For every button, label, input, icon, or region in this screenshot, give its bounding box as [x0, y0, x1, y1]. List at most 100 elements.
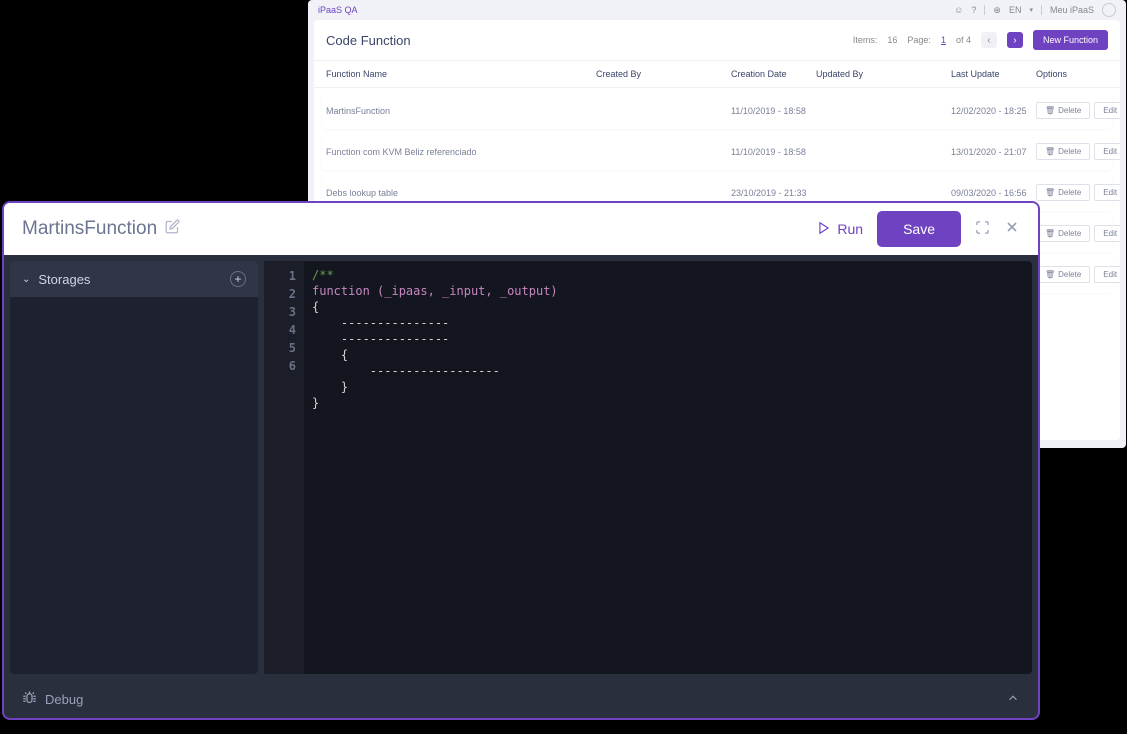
divider [984, 5, 985, 15]
row-actions: 🗑DeleteEdit [1036, 225, 1120, 242]
line-gutter: 1 2 3 4 5 6 [264, 261, 304, 674]
run-button[interactable]: Run [817, 221, 863, 238]
col-created-date[interactable]: Creation Date [731, 69, 816, 79]
new-function-button[interactable]: New Function [1033, 30, 1108, 50]
pagination: Items: 16 Page: 1 of 4 ‹ › New Function [853, 30, 1108, 50]
debug-label: Debug [45, 692, 83, 707]
code-line: ------------------ [312, 364, 500, 378]
code-line: /** [312, 268, 334, 282]
row-actions: 🗑DeleteEdit [1036, 266, 1120, 283]
code-editor[interactable]: 1 2 3 4 5 6 /** function (_ipaas, _input… [264, 261, 1032, 674]
code-editor-window: MartinsFunction Run Save [2, 201, 1040, 720]
col-updated-by[interactable]: Updated By [816, 69, 951, 79]
editor-header: MartinsFunction Run Save [4, 203, 1038, 255]
row-actions: 🗑DeleteEdit [1036, 184, 1120, 201]
col-updated-date[interactable]: Last Update [951, 69, 1036, 79]
storages-label: Storages [38, 272, 90, 287]
edit-button[interactable]: Edit [1094, 143, 1120, 160]
table-header: Function Name Created By Creation Date U… [314, 61, 1120, 88]
page-total: of 4 [956, 35, 971, 45]
trash-icon: 🗑 [1045, 188, 1055, 197]
edit-button[interactable]: Edit [1094, 225, 1120, 242]
col-options: Options [1036, 69, 1108, 79]
delete-button[interactable]: 🗑Delete [1036, 102, 1090, 119]
code-line: } [312, 380, 348, 394]
page-current[interactable]: 1 [941, 35, 946, 45]
run-label: Run [837, 221, 863, 237]
app-topbar: iPaaS QA ☺ ? ⊕ EN ▾ Meu iPaaS [308, 0, 1126, 20]
app-name: iPaaS QA [318, 5, 954, 15]
line-number: 1 [264, 267, 304, 285]
trash-icon: 🗑 [1045, 147, 1055, 156]
code-line: --------------- [312, 332, 449, 346]
topbar-right: ☺ ? ⊕ EN ▾ Meu iPaaS [954, 3, 1116, 17]
cell-name: Debs lookup table [326, 188, 596, 198]
edit-button[interactable]: Edit [1094, 102, 1120, 119]
editor-main: ⌄ Storages + 1 2 3 4 5 6 /** function (_… [4, 255, 1038, 680]
header-actions: Run Save [817, 211, 1020, 247]
cell-updated-date: 13/01/2020 - 21:07 [951, 147, 1036, 157]
avatar[interactable] [1102, 3, 1116, 17]
delete-button[interactable]: 🗑Delete [1036, 184, 1090, 201]
line-number: 2 [264, 285, 304, 303]
edit-button[interactable]: Edit [1094, 184, 1120, 201]
code-content[interactable]: /** function (_ipaas, _input, _output) {… [304, 261, 1032, 674]
divider [1041, 5, 1042, 15]
chevron-down-icon: ⌄ [22, 274, 30, 285]
code-line: --------------- [312, 316, 449, 330]
user-label[interactable]: Meu iPaaS [1050, 5, 1094, 15]
chevron-down-icon[interactable]: ▾ [1029, 6, 1033, 14]
line-number: 6 [264, 357, 304, 375]
cell-name: MartinsFunction [326, 106, 596, 116]
pager-next-button[interactable]: › [1007, 32, 1023, 48]
edit-button[interactable]: Edit [1094, 266, 1120, 283]
notification-icon[interactable]: ☺ [954, 5, 963, 15]
col-created-by[interactable]: Created By [596, 69, 731, 79]
storages-header[interactable]: ⌄ Storages + [10, 261, 258, 297]
cell-updated-date: 12/02/2020 - 18:25 [951, 106, 1036, 116]
edit-name-icon[interactable] [165, 218, 180, 240]
code-line: function (_ipaas, _input, _output) [312, 284, 558, 298]
page-title: Code Function [326, 33, 853, 48]
cell-created-date: 23/10/2019 - 21:33 [731, 188, 816, 198]
bug-icon [22, 690, 37, 708]
cell-updated-date: 09/03/2020 - 16:56 [951, 188, 1036, 198]
code-line: } [312, 396, 319, 410]
cell-name: Function com KVM Beliz referenciado [326, 147, 596, 157]
page-label: Page: [907, 35, 931, 45]
chevron-up-icon[interactable] [1006, 691, 1020, 708]
lang-label[interactable]: EN [1009, 5, 1022, 15]
trash-icon: 🗑 [1045, 270, 1055, 279]
function-name: MartinsFunction [22, 218, 157, 240]
table-row[interactable]: MartinsFunction11/10/2019 - 18:5812/02/2… [322, 92, 1112, 129]
save-button[interactable]: Save [877, 211, 961, 247]
close-icon[interactable] [1004, 219, 1020, 239]
row-actions: 🗑DeleteEdit [1036, 143, 1120, 160]
code-line: { [312, 300, 319, 314]
editor-body: ⌄ Storages + 1 2 3 4 5 6 /** function (_… [4, 255, 1038, 718]
cell-created-date: 11/10/2019 - 18:58 [731, 147, 816, 157]
items-label: Items: [853, 35, 878, 45]
col-function-name[interactable]: Function Name [326, 69, 596, 79]
fullscreen-icon[interactable] [975, 220, 990, 239]
content-header: Code Function Items: 16 Page: 1 of 4 ‹ ›… [314, 20, 1120, 61]
trash-icon: 🗑 [1045, 106, 1055, 115]
play-icon [817, 221, 831, 238]
editor-footer[interactable]: Debug [4, 680, 1038, 718]
items-count: 16 [887, 35, 897, 45]
row-actions: 🗑DeleteEdit [1036, 102, 1120, 119]
delete-button[interactable]: 🗑Delete [1036, 225, 1090, 242]
line-number: 4 [264, 321, 304, 339]
globe-icon: ⊕ [993, 5, 1001, 16]
help-icon[interactable]: ? [971, 5, 976, 15]
pager-prev-button[interactable]: ‹ [981, 32, 997, 48]
storages-sidebar: ⌄ Storages + [10, 261, 258, 674]
delete-button[interactable]: 🗑Delete [1036, 266, 1090, 283]
line-number: 5 [264, 339, 304, 357]
trash-icon: 🗑 [1045, 229, 1055, 238]
table-row[interactable]: Function com KVM Beliz referenciado 11/10… [322, 133, 1112, 170]
add-storage-button[interactable]: + [230, 271, 246, 287]
delete-button[interactable]: 🗑Delete [1036, 143, 1090, 160]
code-line: { [312, 348, 348, 362]
debug-toggle[interactable]: Debug [22, 690, 83, 708]
